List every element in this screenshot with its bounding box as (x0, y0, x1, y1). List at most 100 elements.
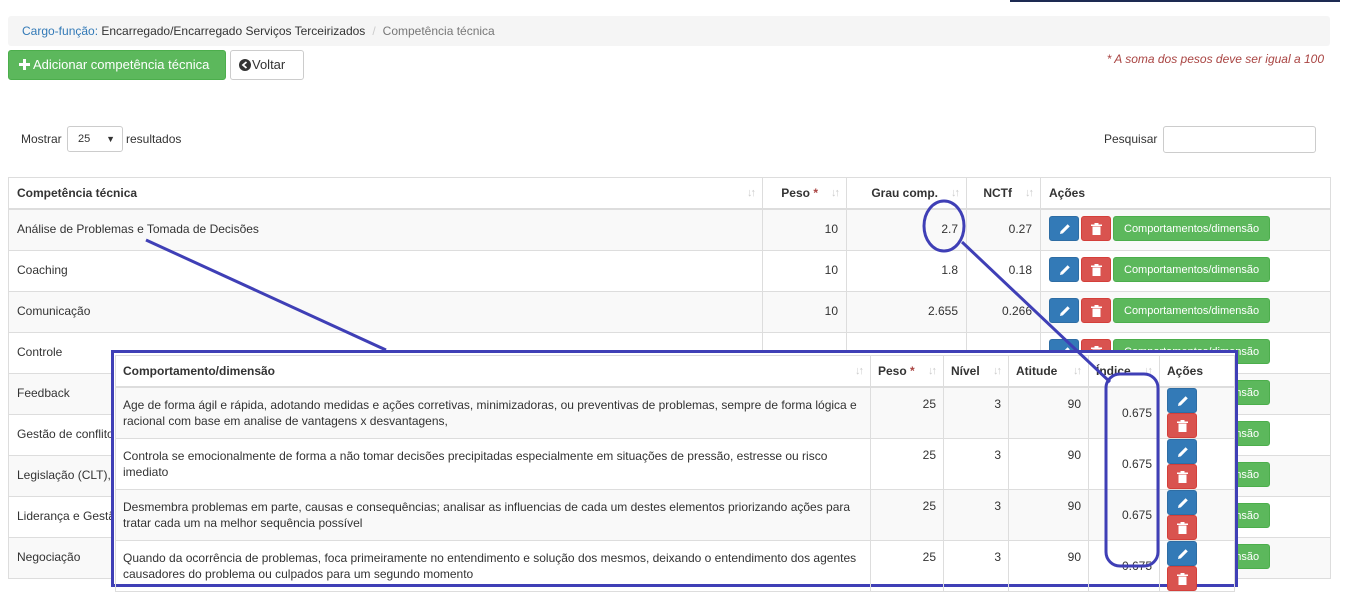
delete-button[interactable] (1167, 464, 1197, 489)
nctf-cell: 0.27 (966, 208, 1041, 251)
pencil-icon (1060, 264, 1070, 275)
col-grau[interactable]: Grau comp. ↓↑ (846, 177, 967, 210)
trash-icon (1177, 573, 1188, 585)
indice-cell: 0.675 (1088, 438, 1160, 490)
weights-note: * A soma dos pesos deve ser igual a 100 (1106, 52, 1324, 66)
behaviors-button[interactable]: Comportamentos/dimensão (1113, 216, 1271, 241)
pencil-icon (1178, 498, 1188, 508)
dropdown-caret-icon: ▼ (106, 134, 115, 144)
edit-button[interactable] (1167, 490, 1197, 515)
table-row: Quando da ocorrência de problemas, foca … (115, 540, 1235, 592)
nctf-cell: 0.18 (966, 249, 1041, 292)
nivel-cell: 3 (943, 540, 1009, 592)
page-length-value: 25 (78, 133, 91, 145)
pencil-icon (1178, 396, 1188, 406)
col-competencia[interactable]: Competência técnica ↓↑ (8, 177, 763, 210)
nctf-cell: 0.266 (966, 290, 1041, 333)
table-row: Coaching 10 1.8 0.18 Comportamentos/dimensão (8, 249, 1331, 292)
col-comportamento[interactable]: Comportamento/dimensão ↓↑ (115, 355, 871, 388)
competency-name: Coaching (8, 249, 763, 292)
col-nctf[interactable]: NCTf ↓↑ (966, 177, 1041, 210)
behavior-text: Age de forma ágil e rápida, adotando med… (115, 386, 871, 439)
breadcrumb-current: Competência técnica (382, 24, 495, 38)
actions-cell (1159, 489, 1235, 541)
table-row: Controla se emocionalmente de forma a nã… (115, 438, 1235, 490)
breadcrumb-separator: / (372, 24, 376, 38)
sort-icon: ↓↑ (1025, 187, 1034, 199)
peso-cell: 25 (870, 438, 944, 490)
trash-icon (1177, 471, 1188, 483)
breadcrumb: Cargo-função: Encarregado/Encarregado Se… (8, 16, 1330, 46)
competency-name: Comunicação (8, 290, 763, 333)
page-length-select[interactable]: 25 ▼ (67, 126, 123, 152)
nivel-cell: 3 (943, 438, 1009, 490)
delete-button[interactable] (1081, 216, 1111, 241)
trash-icon (1091, 223, 1102, 235)
peso-cell: 10 (762, 208, 847, 251)
delete-button[interactable] (1167, 413, 1197, 438)
col-peso[interactable]: Peso * ↓↑ (762, 177, 847, 210)
table-row: Desmembra problemas em parte, causas e c… (115, 489, 1235, 541)
table-row: Age de forma ágil e rápida, adotando med… (115, 386, 1235, 439)
nivel-cell: 3 (943, 489, 1009, 541)
arrow-left-circle-icon (239, 59, 251, 71)
delete-button[interactable] (1081, 297, 1111, 323)
plus-icon (19, 59, 30, 70)
actions-cell (1159, 438, 1235, 490)
peso-cell: 25 (870, 489, 944, 541)
actions-cell: Comportamentos/dimensão (1040, 290, 1331, 333)
edit-button[interactable] (1049, 216, 1079, 241)
edit-button[interactable] (1167, 388, 1197, 413)
sort-icon: ↓↑ (831, 187, 840, 199)
sort-icon: ↓↑ (928, 365, 937, 377)
col-nivel[interactable]: Nível ↓↑ (943, 355, 1009, 388)
trash-icon (1091, 263, 1102, 276)
edit-button[interactable] (1049, 297, 1079, 323)
back-button[interactable]: Voltar (230, 50, 304, 80)
sort-icon: ↓↑ (855, 365, 864, 377)
indice-cell: 0.675 (1088, 386, 1160, 439)
sort-icon: ↓↑ (1144, 365, 1153, 377)
edit-button[interactable] (1049, 256, 1079, 282)
peso-cell: 10 (762, 249, 847, 292)
pencil-icon (1060, 224, 1070, 234)
nivel-cell: 3 (943, 386, 1009, 439)
table-row: Análise de Problemas e Tomada de Decisõe… (8, 208, 1331, 251)
col-peso[interactable]: Peso * ↓↑ (870, 355, 944, 388)
col-indice[interactable]: Índice ↓↑ (1088, 355, 1160, 388)
behavior-text: Quando da ocorrência de problemas, foca … (115, 540, 871, 592)
table-header-row: Comportamento/dimensão ↓↑ Peso * ↓↑ Nível ↓… (115, 355, 1235, 388)
results-label: resultados (126, 132, 182, 146)
grau-cell: 2.7 (846, 208, 967, 251)
sort-icon: ↓↑ (993, 365, 1002, 377)
search-input[interactable] (1163, 126, 1316, 153)
sort-icon: ↓↑ (1073, 365, 1082, 377)
atitude-cell: 90 (1008, 489, 1089, 541)
add-competency-label: Adicionar competência técnica (33, 57, 210, 72)
behaviors-button[interactable]: Comportamentos/dimensão (1113, 297, 1271, 323)
edit-button[interactable] (1167, 541, 1197, 566)
table-header-row: Competência técnica ↓↑ Peso * ↓↑ Grau comp… (8, 177, 1331, 210)
delete-button[interactable] (1167, 515, 1197, 540)
grau-cell: 2.655 (846, 290, 967, 333)
edit-button[interactable] (1167, 439, 1197, 464)
delete-button[interactable] (1167, 566, 1197, 591)
length-label: Mostrar (21, 132, 62, 146)
delete-button[interactable] (1081, 256, 1111, 282)
behavior-text: Desmembra problemas em parte, causas e c… (115, 489, 871, 541)
back-label: Voltar (252, 57, 286, 72)
trash-icon (1177, 522, 1188, 534)
pencil-icon (1060, 305, 1070, 316)
trash-icon (1091, 304, 1102, 317)
pencil-icon (1178, 549, 1188, 559)
col-acoes: Ações (1159, 355, 1235, 388)
col-atitude[interactable]: Atitude ↓↑ (1008, 355, 1089, 388)
behavior-popup: Comportamento/dimensão ↓↑ Peso * ↓↑ Nível ↓… (111, 350, 1238, 592)
sort-icon: ↓↑ (747, 187, 756, 199)
add-competency-button[interactable]: Adicionar competência técnica (8, 50, 226, 80)
breadcrumb-link[interactable]: Cargo-função: (22, 24, 98, 38)
peso-cell: 25 (870, 386, 944, 439)
actions-cell: Comportamentos/dimensão (1040, 208, 1331, 251)
behaviors-button[interactable]: Comportamentos/dimensão (1113, 256, 1271, 282)
top-border (1010, 0, 1340, 2)
